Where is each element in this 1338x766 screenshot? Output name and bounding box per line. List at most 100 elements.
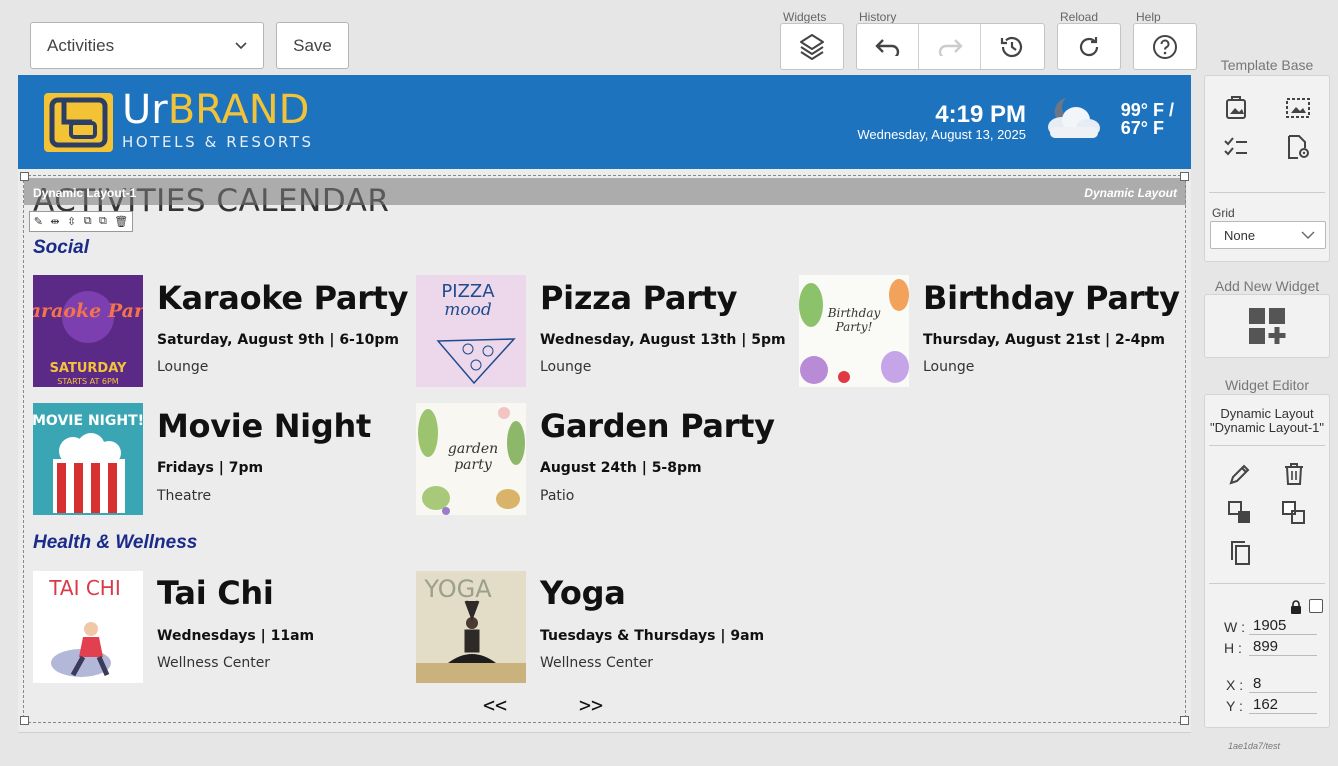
widgets-label: Widgets (783, 10, 827, 24)
img-sub2-karaoke: STARTS AT 6PM (57, 377, 118, 386)
background-image-icon[interactable] (1221, 93, 1251, 123)
send-back-icon[interactable]: ⧉ (84, 215, 92, 228)
width-label: W : (1224, 619, 1245, 635)
brand-sub: HOTELS & RESORTS (122, 133, 314, 151)
pager-next-button[interactable]: >> (579, 693, 603, 717)
brand-main: BRAND (167, 87, 310, 133)
partly-cloudy-night-icon (1048, 98, 1100, 138)
history-icon (1000, 36, 1023, 57)
event-where: Lounge (157, 359, 209, 375)
widgets-button[interactable] (781, 24, 843, 69)
event-title: Yoga (540, 574, 626, 612)
save-button[interactable]: Save (276, 22, 349, 69)
reload-icon (1079, 36, 1099, 56)
split-vertical-icon[interactable]: ⇳ (67, 215, 76, 228)
reload-label: Reload (1060, 10, 1099, 24)
temperature: 99° F / 67° F (1110, 101, 1174, 137)
event-where: Wellness Center (540, 655, 654, 671)
bring-front-icon[interactable]: ⧉ (99, 215, 107, 228)
resize-handle[interactable] (1180, 716, 1189, 725)
clock-time: 4:19 PM (935, 101, 1026, 128)
event-when: Wednesdays | 11am (157, 628, 315, 644)
resize-handle[interactable] (1180, 172, 1189, 181)
resize-handle[interactable] (20, 716, 29, 725)
build-id: 1ae1da7/test (1228, 741, 1281, 751)
event-where: Lounge (540, 359, 592, 375)
undo-button[interactable] (857, 24, 919, 69)
history-label: History (859, 10, 897, 24)
clock-date: Wednesday, August 13, 2025 (857, 127, 1026, 142)
layout-label-bar[interactable]: Dynamic Layout-1 Dynamic Layout (24, 178, 1186, 205)
reload-group (1057, 23, 1121, 70)
edit-widget-icon[interactable] (1225, 459, 1255, 489)
editor-widget-info: Dynamic Layout "Dynamic Layout-1" (1205, 407, 1329, 435)
brand-logo-icon (44, 93, 113, 152)
page-select[interactable]: Activities (30, 22, 264, 69)
event-image: MOVIE NIGHT! (32, 403, 144, 515)
event-when: August 24th | 5-8pm (540, 460, 702, 476)
event-when: Fridays | 7pm (157, 460, 264, 476)
y-input[interactable]: 162 (1249, 696, 1317, 714)
x-label: X : (1226, 677, 1244, 693)
delete-icon[interactable]: 🗑 (114, 215, 128, 228)
chevron-down-icon (1301, 231, 1315, 239)
widget-editor-title: Widget Editor (1224, 377, 1310, 393)
redo-icon (938, 38, 963, 56)
y-label: Y : (1226, 698, 1243, 714)
duplicate-widget-icon[interactable] (1225, 538, 1255, 568)
send-backward-icon[interactable] (1225, 498, 1255, 528)
height-input[interactable]: 899 (1249, 638, 1317, 656)
temp-low: 67° F (1120, 118, 1164, 138)
temp-high: 99° F / (1120, 100, 1174, 120)
event-when: Saturday, August 9th | 6-10pm (157, 332, 399, 348)
bring-forward-icon[interactable] (1279, 498, 1309, 528)
divider (1209, 192, 1325, 193)
editor-widget-type: Dynamic Layout (1220, 406, 1314, 421)
event-title: Karaoke Party (157, 279, 409, 317)
edit-icon[interactable]: ✎ (34, 215, 43, 228)
layers-icon (800, 33, 824, 60)
img-text-pizza: PIZZA (441, 281, 495, 302)
event-where: Lounge (923, 359, 975, 375)
img-sub-birthday: Party! (835, 320, 873, 334)
event-image: Karaoke Party SATURDAY STARTS AT 6PM (11, 275, 166, 387)
editor-widget-name: "Dynamic Layout-1" (1210, 420, 1324, 435)
section-social: Social (33, 237, 89, 258)
add-widget-icon[interactable] (1248, 307, 1286, 350)
img-text-birthday: Birthday (827, 306, 881, 320)
event-where: Theatre (157, 488, 212, 504)
split-horizontal-icon[interactable]: ⇹ (50, 215, 59, 228)
help-button[interactable] (1134, 24, 1196, 69)
image-region-icon[interactable] (1283, 93, 1313, 123)
file-settings-icon[interactable] (1283, 132, 1313, 162)
event-image: TAI CHI (33, 571, 143, 683)
help-icon (1153, 34, 1177, 59)
add-widget-title: Add New Widget (1214, 278, 1320, 294)
template-canvas[interactable]: UrBRAND HOTELS & RESORTS 4:19 PM Wednesd… (11, 75, 1191, 733)
lock-icon (1291, 600, 1301, 614)
event-where: Patio (540, 488, 575, 504)
grid-select-value: None (1224, 227, 1256, 243)
delete-widget-icon[interactable] (1279, 459, 1309, 489)
event-where: Wellness Center (157, 655, 271, 671)
reload-button[interactable] (1058, 24, 1120, 69)
page-select-value: Activities (47, 35, 115, 55)
grid-select[interactable]: None (1210, 221, 1326, 249)
event-title: Movie Night (157, 407, 371, 445)
history-button[interactable] (981, 24, 1043, 69)
width-input[interactable]: 1905 (1249, 617, 1317, 635)
template-base-title: Template Base (1220, 57, 1314, 73)
resize-handle[interactable] (20, 172, 29, 181)
pager-prev-button[interactable]: << (483, 693, 507, 717)
aspect-lock-checkbox[interactable] (1309, 599, 1323, 613)
event-title: Tai Chi (157, 574, 274, 612)
layout-name: Dynamic Layout-1 (33, 186, 137, 200)
divider (1209, 445, 1325, 446)
img-sub-pizza: mood (444, 300, 492, 320)
x-input[interactable]: 8 (1249, 675, 1317, 693)
checklist-icon[interactable] (1221, 132, 1251, 162)
redo-button[interactable] (919, 24, 981, 69)
event-when: Thursday, August 21st | 2-4pm (923, 332, 1165, 348)
img-sub-karaoke: SATURDAY (50, 361, 127, 376)
event-when: Wednesday, August 13th | 5pm (540, 332, 786, 348)
